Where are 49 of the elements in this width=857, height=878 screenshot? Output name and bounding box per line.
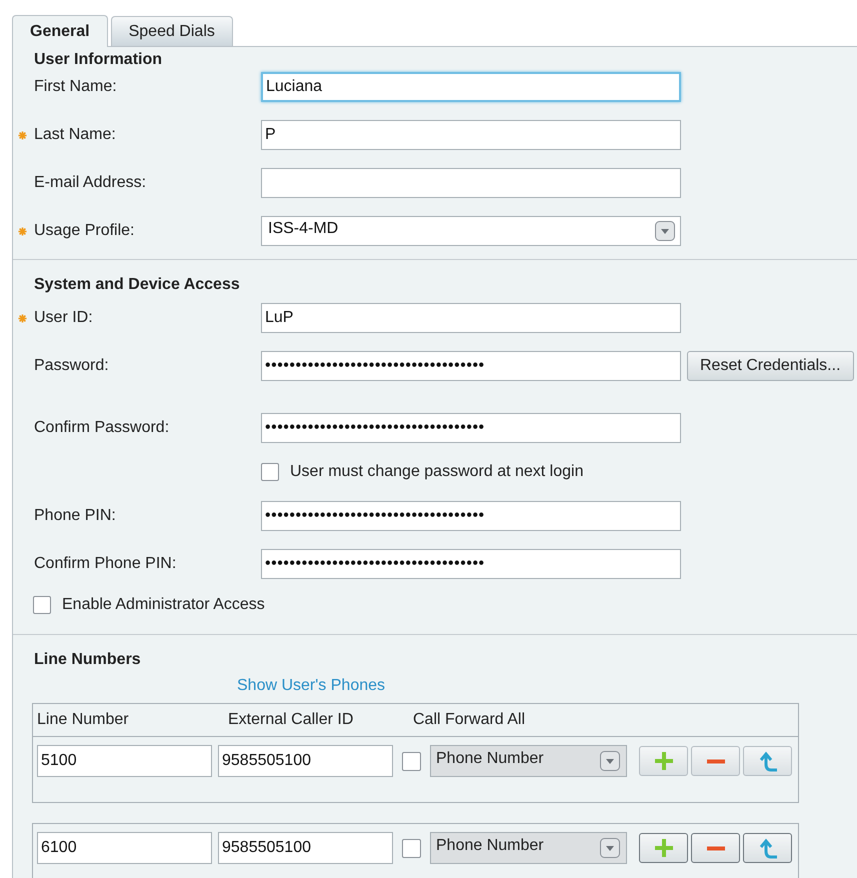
password-input[interactable]: ••••••••••••••••••••••••••••••••••••	[261, 413, 681, 443]
password-input[interactable]: ••••••••••••••••••••••••••••••••••••	[261, 351, 681, 381]
dropdown[interactable]: Phone Number	[430, 745, 627, 777]
caller-id-input[interactable]: 9585505100	[218, 832, 393, 864]
column-header: Line Number	[37, 711, 130, 729]
line-number-input[interactable]: 5100	[37, 745, 212, 777]
checkbox-label: Enable Administrator Access	[62, 596, 265, 614]
text-input[interactable]: Luciana	[261, 72, 681, 102]
checkbox[interactable]	[261, 463, 279, 481]
caller-id-input[interactable]: 9585505100	[218, 745, 393, 777]
section-heading: Line Numbers	[34, 651, 142, 669]
add-button[interactable]	[639, 746, 688, 776]
field-label: Confirm Password:	[34, 419, 170, 437]
dropdown[interactable]: Phone Number	[430, 832, 627, 864]
field-label: Phone PIN:	[34, 507, 116, 525]
move-up-button[interactable]	[743, 833, 792, 863]
remove-button[interactable]	[691, 833, 740, 863]
text-input[interactable]	[261, 168, 681, 198]
line-number-input[interactable]: 6100	[37, 832, 212, 864]
minus-icon	[704, 846, 726, 850]
field-label: Usage Profile:	[34, 222, 134, 240]
field-label: User ID:	[34, 309, 93, 327]
column-header: Call Forward All	[413, 711, 526, 729]
plus-icon	[652, 837, 674, 859]
minus-icon	[704, 758, 726, 764]
remove-button[interactable]	[691, 746, 740, 776]
checkbox[interactable]	[402, 838, 421, 858]
tab[interactable]: Speed Dials	[110, 16, 233, 46]
dropdown[interactable]: ISS-4-MD	[261, 216, 681, 246]
checkbox[interactable]	[402, 752, 421, 770]
add-button[interactable]	[639, 833, 688, 863]
move-up-button[interactable]	[743, 746, 792, 776]
field-label: E-mail Address:	[34, 174, 146, 192]
column-header: External Caller ID	[228, 711, 354, 729]
field-label: Confirm Phone PIN:	[34, 555, 176, 573]
text-input[interactable]: LuP	[261, 303, 681, 333]
password-input[interactable]: ••••••••••••••••••••••••••••••••••••	[261, 549, 681, 579]
field-label: First Name:	[34, 78, 117, 96]
section-heading: User Information	[34, 51, 164, 69]
plus-icon	[652, 750, 674, 772]
tab[interactable]: General	[12, 15, 108, 47]
field-label: Last Name:	[34, 126, 116, 144]
password-input[interactable]: ••••••••••••••••••••••••••••••••••••	[261, 501, 681, 531]
field-label: Password:	[34, 357, 109, 375]
section-heading: System and Device Access	[34, 276, 241, 294]
checkbox[interactable]	[33, 596, 51, 614]
reset-credentials-button[interactable]: Reset Credentials...	[687, 351, 854, 381]
text-input[interactable]: P	[261, 120, 681, 150]
checkbox-label: User must change password at next login	[290, 463, 584, 481]
